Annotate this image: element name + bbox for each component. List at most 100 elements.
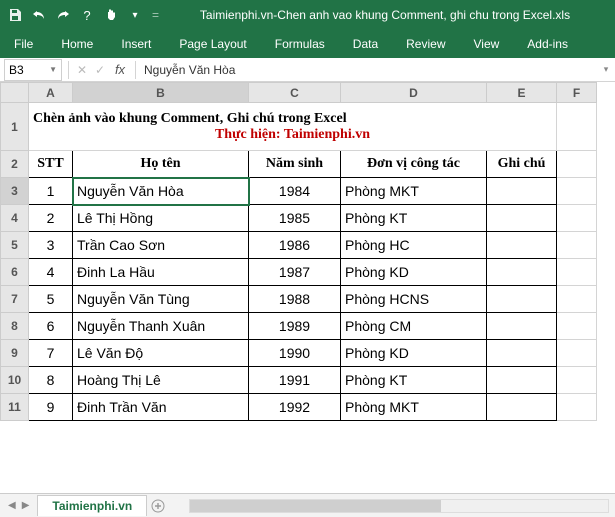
save-icon[interactable] <box>6 6 24 24</box>
sheet-nav-next-icon[interactable]: ▶ <box>22 500 30 511</box>
tab-file[interactable]: File <box>0 30 47 58</box>
cell-F11[interactable] <box>557 394 597 421</box>
cell-A10[interactable]: 8 <box>29 367 73 394</box>
spreadsheet-grid[interactable]: ABCDEF1Chèn ảnh vào khung Comment, Ghi c… <box>0 82 615 490</box>
cell-E8[interactable] <box>487 313 557 340</box>
row-header-8[interactable]: 8 <box>1 313 29 340</box>
cell-F10[interactable] <box>557 367 597 394</box>
cell-D8[interactable]: Phòng CM <box>341 313 487 340</box>
col-header-D[interactable]: D <box>341 83 487 103</box>
enter-formula-icon[interactable]: ✓ <box>91 63 109 77</box>
cell-D10[interactable]: Phòng KT <box>341 367 487 394</box>
cell-F4[interactable] <box>557 205 597 232</box>
tab-data[interactable]: Data <box>339 30 392 58</box>
row-header-3[interactable]: 3 <box>1 178 29 205</box>
cell-F1[interactable] <box>557 103 597 151</box>
tab-review[interactable]: Review <box>392 30 459 58</box>
cell-F6[interactable] <box>557 259 597 286</box>
sheet-tab-active[interactable]: Taimienphi.vn <box>37 495 147 516</box>
formula-input[interactable] <box>140 59 597 81</box>
cell-D3[interactable]: Phòng MKT <box>341 178 487 205</box>
cell-A3[interactable]: 1 <box>29 178 73 205</box>
row-header-2[interactable]: 2 <box>1 151 29 178</box>
cell-E11[interactable] <box>487 394 557 421</box>
cell-F8[interactable] <box>557 313 597 340</box>
cell-E4[interactable] <box>487 205 557 232</box>
cell-C11[interactable]: 1992 <box>249 394 341 421</box>
tab-page-layout[interactable]: Page Layout <box>165 30 260 58</box>
col-header-C[interactable]: C <box>249 83 341 103</box>
cell-B11[interactable]: Đinh Trần Văn <box>73 394 249 421</box>
cell-E9[interactable] <box>487 340 557 367</box>
col-header-E[interactable]: E <box>487 83 557 103</box>
add-sheet-button[interactable] <box>147 495 169 517</box>
cell-A7[interactable]: 5 <box>29 286 73 313</box>
cell-D9[interactable]: Phòng KD <box>341 340 487 367</box>
scrollbar-thumb[interactable] <box>190 500 441 512</box>
cell-D6[interactable]: Phòng KD <box>341 259 487 286</box>
cell-C3[interactable]: 1984 <box>249 178 341 205</box>
name-box[interactable]: B3 ▼ <box>4 59 62 81</box>
cell-B9[interactable]: Lê Văn Độ <box>73 340 249 367</box>
cell-E6[interactable] <box>487 259 557 286</box>
sheet-nav-prev-icon[interactable]: ◀ <box>8 500 16 511</box>
row-header-11[interactable]: 11 <box>1 394 29 421</box>
cell-A6[interactable]: 4 <box>29 259 73 286</box>
cell-E7[interactable] <box>487 286 557 313</box>
row-header-7[interactable]: 7 <box>1 286 29 313</box>
cancel-formula-icon[interactable]: ✕ <box>73 63 91 77</box>
cell-C10[interactable]: 1991 <box>249 367 341 394</box>
cell-B3[interactable]: Nguyễn Văn Hòa <box>73 178 249 205</box>
row-header-10[interactable]: 10 <box>1 367 29 394</box>
row-header-9[interactable]: 9 <box>1 340 29 367</box>
cell-D4[interactable]: Phòng KT <box>341 205 487 232</box>
cell-A11[interactable]: 9 <box>29 394 73 421</box>
cell-C9[interactable]: 1990 <box>249 340 341 367</box>
name-box-dropdown-icon[interactable]: ▼ <box>49 65 57 74</box>
cell-B5[interactable]: Trần Cao Sơn <box>73 232 249 259</box>
cell-E3[interactable] <box>487 178 557 205</box>
formula-bar-expand-icon[interactable]: ▾ <box>597 64 615 75</box>
header-hoten[interactable]: Họ tên <box>73 151 249 178</box>
row-header-4[interactable]: 4 <box>1 205 29 232</box>
cell-C5[interactable]: 1986 <box>249 232 341 259</box>
header-namsinh[interactable]: Năm sinh <box>249 151 341 178</box>
cell-A9[interactable]: 7 <box>29 340 73 367</box>
cell-B6[interactable]: Đinh La Hầu <box>73 259 249 286</box>
touch-mode-icon[interactable] <box>102 6 120 24</box>
cell-A5[interactable]: 3 <box>29 232 73 259</box>
cell-C8[interactable]: 1989 <box>249 313 341 340</box>
horizontal-scrollbar[interactable] <box>189 499 609 513</box>
header-donvi[interactable]: Đơn vị công tác <box>341 151 487 178</box>
cell-B4[interactable]: Lê Thị Hồng <box>73 205 249 232</box>
redo-icon[interactable] <box>54 6 72 24</box>
col-header-B[interactable]: B <box>73 83 249 103</box>
undo-icon[interactable] <box>30 6 48 24</box>
row-header-6[interactable]: 6 <box>1 259 29 286</box>
cell-F3[interactable] <box>557 178 597 205</box>
tab-insert[interactable]: Insert <box>107 30 165 58</box>
cell-C7[interactable]: 1988 <box>249 286 341 313</box>
cell-E5[interactable] <box>487 232 557 259</box>
cell-B8[interactable]: Nguyễn Thanh Xuân <box>73 313 249 340</box>
col-header-F[interactable]: F <box>557 83 597 103</box>
header-ghichu[interactable]: Ghi chú <box>487 151 557 178</box>
qat-customize-icon[interactable]: ▾ <box>126 6 144 24</box>
tab-view[interactable]: View <box>460 30 514 58</box>
cell-C4[interactable]: 1985 <box>249 205 341 232</box>
cell-C6[interactable]: 1987 <box>249 259 341 286</box>
cell-A4[interactable]: 2 <box>29 205 73 232</box>
cell-D11[interactable]: Phòng MKT <box>341 394 487 421</box>
cell-B10[interactable]: Hoàng Thị Lê <box>73 367 249 394</box>
cell-D5[interactable]: Phòng HC <box>341 232 487 259</box>
cell-F5[interactable] <box>557 232 597 259</box>
col-header-A[interactable]: A <box>29 83 73 103</box>
cell-D7[interactable]: Phòng HCNS <box>341 286 487 313</box>
cell-A8[interactable]: 6 <box>29 313 73 340</box>
cell-F7[interactable] <box>557 286 597 313</box>
cell-E10[interactable] <box>487 367 557 394</box>
select-all-corner[interactable] <box>1 83 29 103</box>
row-header-5[interactable]: 5 <box>1 232 29 259</box>
help-icon[interactable]: ? <box>78 6 96 24</box>
tab-formulas[interactable]: Formulas <box>261 30 339 58</box>
